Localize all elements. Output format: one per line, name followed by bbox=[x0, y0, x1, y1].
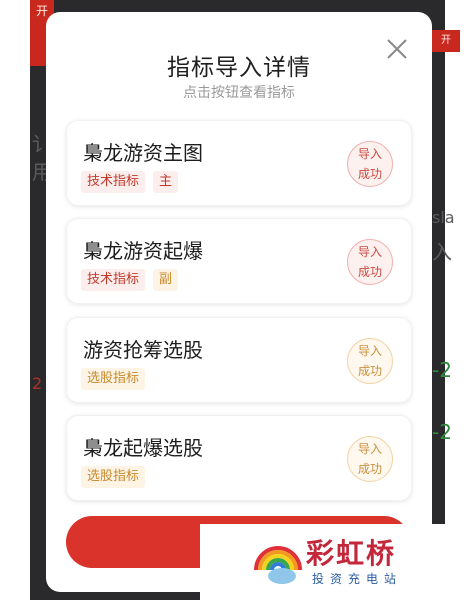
background-text: -2 bbox=[432, 420, 452, 444]
stamp-text: 成功 bbox=[357, 265, 382, 279]
indicator-tag: 副 bbox=[153, 269, 179, 291]
dialog-title: 指标导入详情 bbox=[167, 55, 311, 81]
stamp-text: 导入 bbox=[357, 442, 382, 456]
indicator-name: 梟龙游资起爆 bbox=[83, 239, 203, 263]
watermark-brand: 彩虹桥 bbox=[306, 537, 397, 570]
indicator-name: 游资抢筹选股 bbox=[83, 338, 203, 362]
indicator-card[interactable]: 梟龙游资起爆 技术指标 副 导入 成功 bbox=[66, 218, 412, 304]
indicator-name: 梟龙起爆选股 bbox=[83, 436, 203, 460]
stamp-text: 成功 bbox=[357, 167, 382, 181]
background-text: sla bbox=[432, 208, 455, 227]
indicator-tag: 选股指标 bbox=[81, 368, 146, 390]
rainbow-logo-icon bbox=[254, 546, 302, 584]
import-success-stamp: 导入 成功 bbox=[347, 141, 393, 187]
indicator-name: 梟龙游资主图 bbox=[83, 141, 203, 165]
background-tab-right: 开 bbox=[432, 30, 460, 52]
stamp-text: 成功 bbox=[357, 462, 382, 476]
stamp-text: 成功 bbox=[357, 364, 382, 378]
stamp-text: 导入 bbox=[357, 344, 382, 358]
stamp-text: 导入 bbox=[357, 147, 382, 161]
indicator-tag: 主 bbox=[153, 171, 179, 193]
close-button[interactable] bbox=[382, 34, 412, 64]
background-text: 开 bbox=[35, 4, 48, 18]
import-success-stamp: 导入 成功 bbox=[347, 338, 393, 384]
indicator-card[interactable]: 梟龙游资主图 技术指标 主 导入 成功 bbox=[66, 120, 412, 206]
dialog-subtitle: 点击按钮查看指标 bbox=[183, 85, 295, 101]
indicator-tag: 选股指标 bbox=[81, 466, 146, 488]
close-icon bbox=[387, 39, 407, 59]
indicator-card[interactable]: 游资抢筹选股 选股指标 导入 成功 bbox=[66, 317, 412, 403]
import-success-stamp: 导入 成功 bbox=[347, 436, 393, 482]
indicator-tags: 技术指标 副 bbox=[81, 269, 179, 291]
background-text: 入 bbox=[432, 240, 452, 264]
indicator-tag: 技术指标 bbox=[81, 269, 146, 291]
indicator-tag: 技术指标 bbox=[81, 171, 146, 193]
indicator-tags: 选股指标 bbox=[81, 466, 146, 488]
indicator-tags: 选股指标 bbox=[81, 368, 146, 390]
stamp-text: 导入 bbox=[357, 245, 382, 259]
watermark-tagline: 投资充电站 bbox=[312, 572, 403, 586]
background-text: 开 bbox=[441, 35, 451, 46]
indicator-tags: 技术指标 主 bbox=[81, 171, 179, 193]
import-success-stamp: 导入 成功 bbox=[347, 239, 393, 285]
indicator-card[interactable]: 梟龙起爆选股 选股指标 导入 成功 bbox=[66, 415, 412, 501]
background-text: 2 bbox=[32, 374, 43, 393]
background-text: -2 bbox=[432, 358, 452, 382]
indicator-import-dialog: 指标导入详情 点击按钮查看指标 梟龙游资主图 技术指标 主 导入 成功 梟龙游资… bbox=[46, 12, 432, 592]
watermark: 彩虹桥 投资充电站 bbox=[200, 524, 450, 600]
